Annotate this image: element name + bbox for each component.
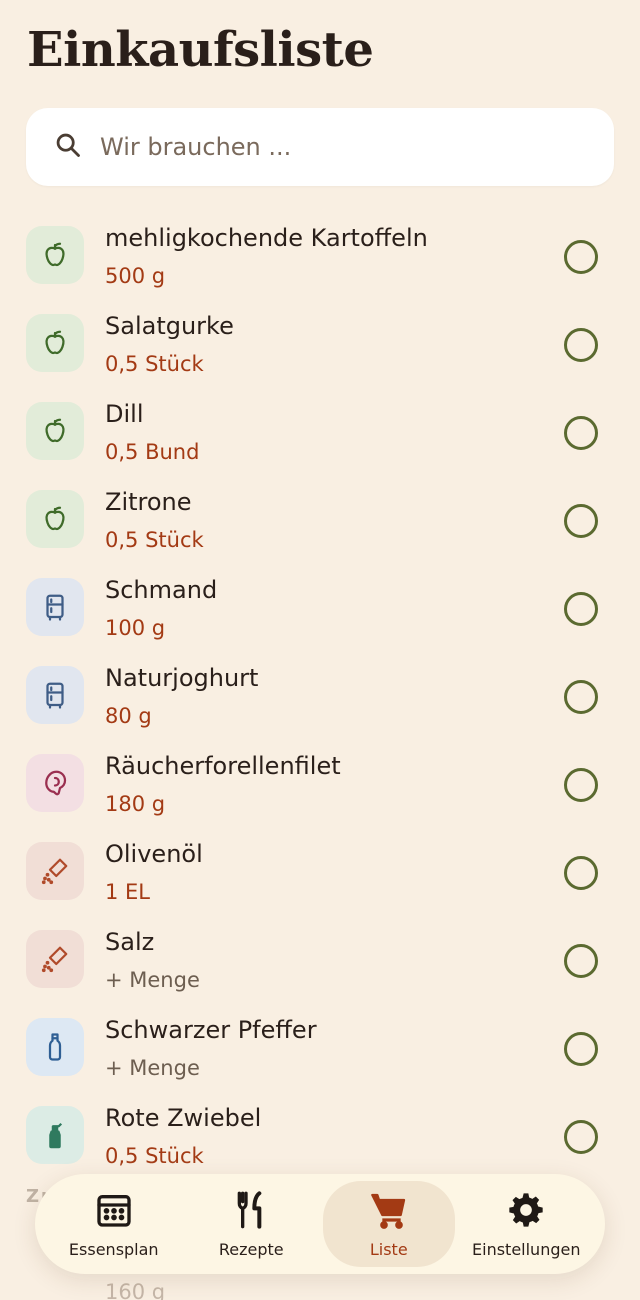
list-item-schwarzer-pfeffer[interactable]: Schwarzer Pfeffer + Menge bbox=[0, 1004, 640, 1092]
fridge-icon bbox=[26, 578, 84, 636]
item-name: Salz bbox=[105, 928, 155, 956]
check-circle-button[interactable] bbox=[564, 680, 598, 714]
check-circle-button[interactable] bbox=[564, 1120, 598, 1154]
check-circle-button[interactable] bbox=[564, 856, 598, 890]
list-item-quantity-faded: 160 g bbox=[105, 1280, 166, 1300]
item-quantity: 180 g bbox=[105, 792, 166, 816]
spice-shaker-icon bbox=[26, 930, 84, 988]
item-name: Schwarzer Pfeffer bbox=[105, 1016, 317, 1044]
fork-knife-icon bbox=[231, 1190, 271, 1234]
apple-icon bbox=[26, 402, 84, 460]
item-name: mehligkochende Kartoffeln bbox=[105, 224, 428, 252]
list-item-olivenoel[interactable]: Olivenöl 1 EL bbox=[0, 828, 640, 916]
nav-tab-label: Einstellungen bbox=[472, 1239, 581, 1259]
item-quantity: 1 EL bbox=[105, 880, 151, 904]
list-item-salatgurke[interactable]: Salatgurke 0,5 Stück bbox=[0, 300, 640, 388]
list-item-schmand[interactable]: Schmand 100 g bbox=[0, 564, 640, 652]
item-name: Naturjoghurt bbox=[105, 664, 259, 692]
list-item-salz[interactable]: Salz + Menge bbox=[0, 916, 640, 1004]
shopping-list: mehligkochende Kartoffeln 500 g Salatgurke… bbox=[0, 212, 640, 1180]
item-quantity: 0,5 Stück bbox=[105, 352, 204, 376]
nav-tab-rezepte[interactable]: Rezepte bbox=[185, 1181, 317, 1267]
nav-tab-label: Liste bbox=[369, 1239, 408, 1259]
calendar-icon bbox=[94, 1190, 134, 1234]
spray-bottle-icon bbox=[26, 1106, 84, 1164]
nav-tab-einstellungen[interactable]: Einstellungen bbox=[460, 1181, 592, 1267]
item-quantity: 0,5 Stück bbox=[105, 528, 204, 552]
add-quantity-button[interactable]: + Menge bbox=[105, 968, 200, 992]
check-circle-button[interactable] bbox=[564, 592, 598, 626]
spice-shaker-icon bbox=[26, 842, 84, 900]
check-circle-button[interactable] bbox=[564, 1032, 598, 1066]
apple-icon bbox=[26, 314, 84, 372]
check-circle-button[interactable] bbox=[564, 416, 598, 450]
fridge-icon bbox=[26, 666, 84, 724]
check-circle-button[interactable] bbox=[564, 504, 598, 538]
item-name: Rote Zwiebel bbox=[105, 1104, 262, 1132]
gear-icon bbox=[506, 1190, 546, 1234]
search-input[interactable] bbox=[100, 133, 560, 161]
nav-tab-label: Essensplan bbox=[68, 1239, 159, 1259]
bottom-navigation: Essensplan Rezepte Liste Einstellungen bbox=[35, 1174, 605, 1274]
search-icon bbox=[54, 131, 82, 163]
item-quantity: 80 g bbox=[105, 704, 152, 728]
nav-tab-label: Rezepte bbox=[218, 1239, 284, 1259]
item-quantity: 100 g bbox=[105, 616, 166, 640]
nav-tab-essensplan[interactable]: Essensplan bbox=[48, 1181, 180, 1267]
item-name: Räucherforellenfilet bbox=[105, 752, 341, 780]
item-name: Olivenöl bbox=[105, 840, 203, 868]
item-name: Zitrone bbox=[105, 488, 192, 516]
meat-icon bbox=[26, 754, 84, 812]
apple-icon bbox=[26, 226, 84, 284]
nav-tab-liste[interactable]: Liste bbox=[322, 1181, 455, 1267]
check-circle-button[interactable] bbox=[564, 768, 598, 802]
item-name: Salatgurke bbox=[105, 312, 234, 340]
list-item-raeucherforellenfilet[interactable]: Räucherforellenfilet 180 g bbox=[0, 740, 640, 828]
page-title: Einkaufsliste bbox=[27, 22, 374, 78]
item-name: Dill bbox=[105, 400, 144, 428]
list-item-dill[interactable]: Dill 0,5 Bund bbox=[0, 388, 640, 476]
check-circle-button[interactable] bbox=[564, 328, 598, 362]
cart-icon bbox=[369, 1190, 409, 1234]
search-bar[interactable] bbox=[26, 108, 614, 186]
check-circle-button[interactable] bbox=[564, 944, 598, 978]
list-item-mehligkochende-kartoffeln[interactable]: mehligkochende Kartoffeln 500 g bbox=[0, 212, 640, 300]
list-item-zitrone[interactable]: Zitrone 0,5 Stück bbox=[0, 476, 640, 564]
bottle-icon bbox=[26, 1018, 84, 1076]
list-item-naturjoghurt[interactable]: Naturjoghurt 80 g bbox=[0, 652, 640, 740]
add-quantity-button[interactable]: + Menge bbox=[105, 1056, 200, 1080]
check-circle-button[interactable] bbox=[564, 240, 598, 274]
apple-icon bbox=[26, 490, 84, 548]
item-name: Schmand bbox=[105, 576, 218, 604]
item-quantity: 0,5 Bund bbox=[105, 440, 200, 464]
item-quantity: 500 g bbox=[105, 264, 166, 288]
